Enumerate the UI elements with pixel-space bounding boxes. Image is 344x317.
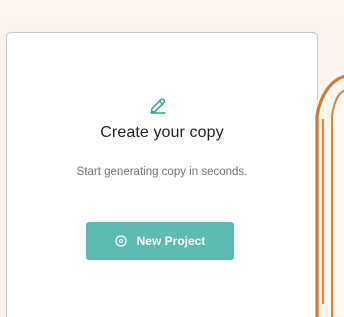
page: Create your copy Start generating copy i…: [0, 0, 344, 317]
plus-circle-icon: [115, 235, 127, 247]
pencil-icon: [150, 98, 166, 114]
new-project-label: New Project: [136, 234, 206, 248]
new-project-button[interactable]: New Project: [86, 222, 234, 260]
card-description: Start generating copy in seconds.: [76, 166, 248, 178]
card-title: Create your copy: [100, 124, 224, 141]
top-band: [0, 0, 344, 22]
